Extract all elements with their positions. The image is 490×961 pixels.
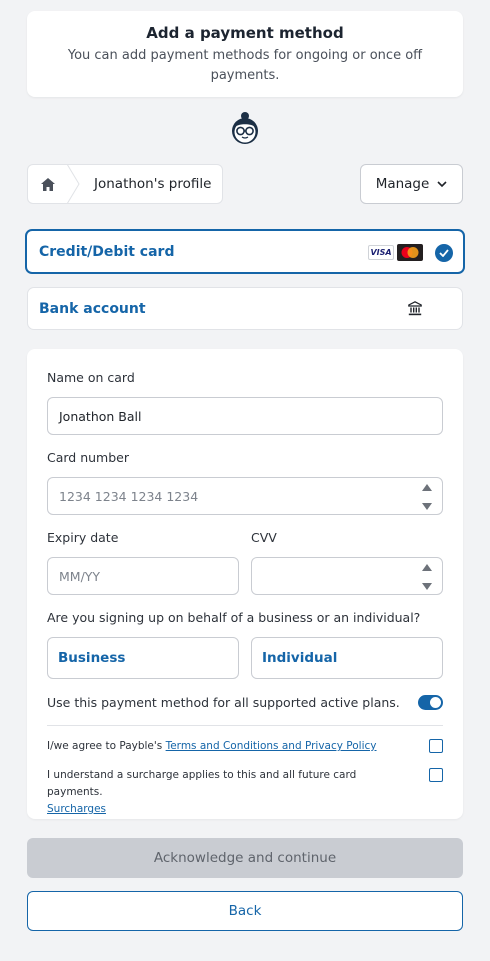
payment-method-bank-account[interactable]: Bank account: [27, 287, 463, 330]
payment-method-credit-card[interactable]: Credit/Debit card VISA: [25, 229, 465, 274]
terms-link[interactable]: Terms and Conditions and Privacy Policy: [166, 740, 377, 752]
credit-card-label: Credit/Debit card: [39, 243, 175, 260]
stepper-up-icon[interactable]: [422, 564, 432, 571]
terms-text: I/we agree to Payble's Terms and Conditi…: [47, 738, 377, 755]
entity-question: Are you signing up on behalf of a busine…: [47, 610, 421, 625]
name-on-card-label: Name on card: [47, 370, 135, 385]
individual-option[interactable]: Individual: [251, 637, 443, 679]
expiry-date-label: Expiry date: [47, 530, 119, 545]
manage-button[interactable]: Manage: [360, 164, 463, 204]
back-button[interactable]: Back: [27, 891, 463, 931]
breadcrumb-home[interactable]: [28, 164, 80, 204]
terms-checkbox[interactable]: [429, 739, 443, 753]
expiry-date-input[interactable]: MM/YY: [47, 557, 239, 595]
surcharges-link[interactable]: Surcharges: [47, 803, 106, 815]
divider: [47, 725, 443, 726]
card-number-stepper[interactable]: [422, 484, 432, 510]
avatar-icon: [229, 111, 261, 145]
card-number-placeholder: 1234 1234 1234 1234: [59, 488, 199, 504]
terms-prefix: I/we agree to Payble's: [47, 740, 163, 752]
acknowledge-continue-button[interactable]: Acknowledge and continue: [27, 838, 463, 878]
surcharge-checkbox[interactable]: [429, 768, 443, 782]
mastercard-icon: [397, 244, 423, 261]
breadcrumb-profile[interactable]: Jonathon's profile: [68, 176, 211, 192]
stepper-up-icon[interactable]: [422, 484, 432, 491]
all-plans-label: Use this payment method for all supporte…: [47, 695, 400, 710]
card-number-input[interactable]: 1234 1234 1234 1234: [47, 477, 443, 515]
selected-check-icon: [435, 244, 453, 262]
toggle-knob: [430, 697, 441, 708]
name-on-card-input[interactable]: Jonathon Ball: [47, 397, 443, 435]
chevron-down-icon: [437, 180, 447, 187]
cvv-input[interactable]: [251, 557, 443, 595]
stepper-down-icon[interactable]: [422, 503, 432, 510]
all-plans-toggle[interactable]: [418, 695, 443, 710]
page-subtitle: You can add payment methods for ongoing …: [67, 48, 423, 83]
card-details-form: Name on card Jonathon Ball Card number 1…: [27, 349, 463, 819]
cvv-label: CVV: [251, 530, 277, 545]
surcharge-statement: I understand a surcharge applies to this…: [47, 769, 357, 798]
cvv-stepper[interactable]: [422, 564, 432, 590]
card-number-label: Card number: [47, 450, 130, 465]
breadcrumb: Jonathon's profile: [27, 164, 223, 204]
bank-icon: [408, 301, 422, 316]
page-title: Add a payment method: [146, 24, 344, 42]
manage-label: Manage: [375, 176, 430, 192]
bank-account-label: Bank account: [39, 300, 146, 317]
header-card: Add a payment method You can add payment…: [27, 11, 463, 97]
visa-icon: VISA: [368, 245, 394, 260]
surcharge-text: I understand a surcharge applies to this…: [47, 767, 407, 818]
business-option[interactable]: Business: [47, 637, 239, 679]
home-icon: [40, 177, 55, 191]
stepper-down-icon[interactable]: [422, 583, 432, 590]
